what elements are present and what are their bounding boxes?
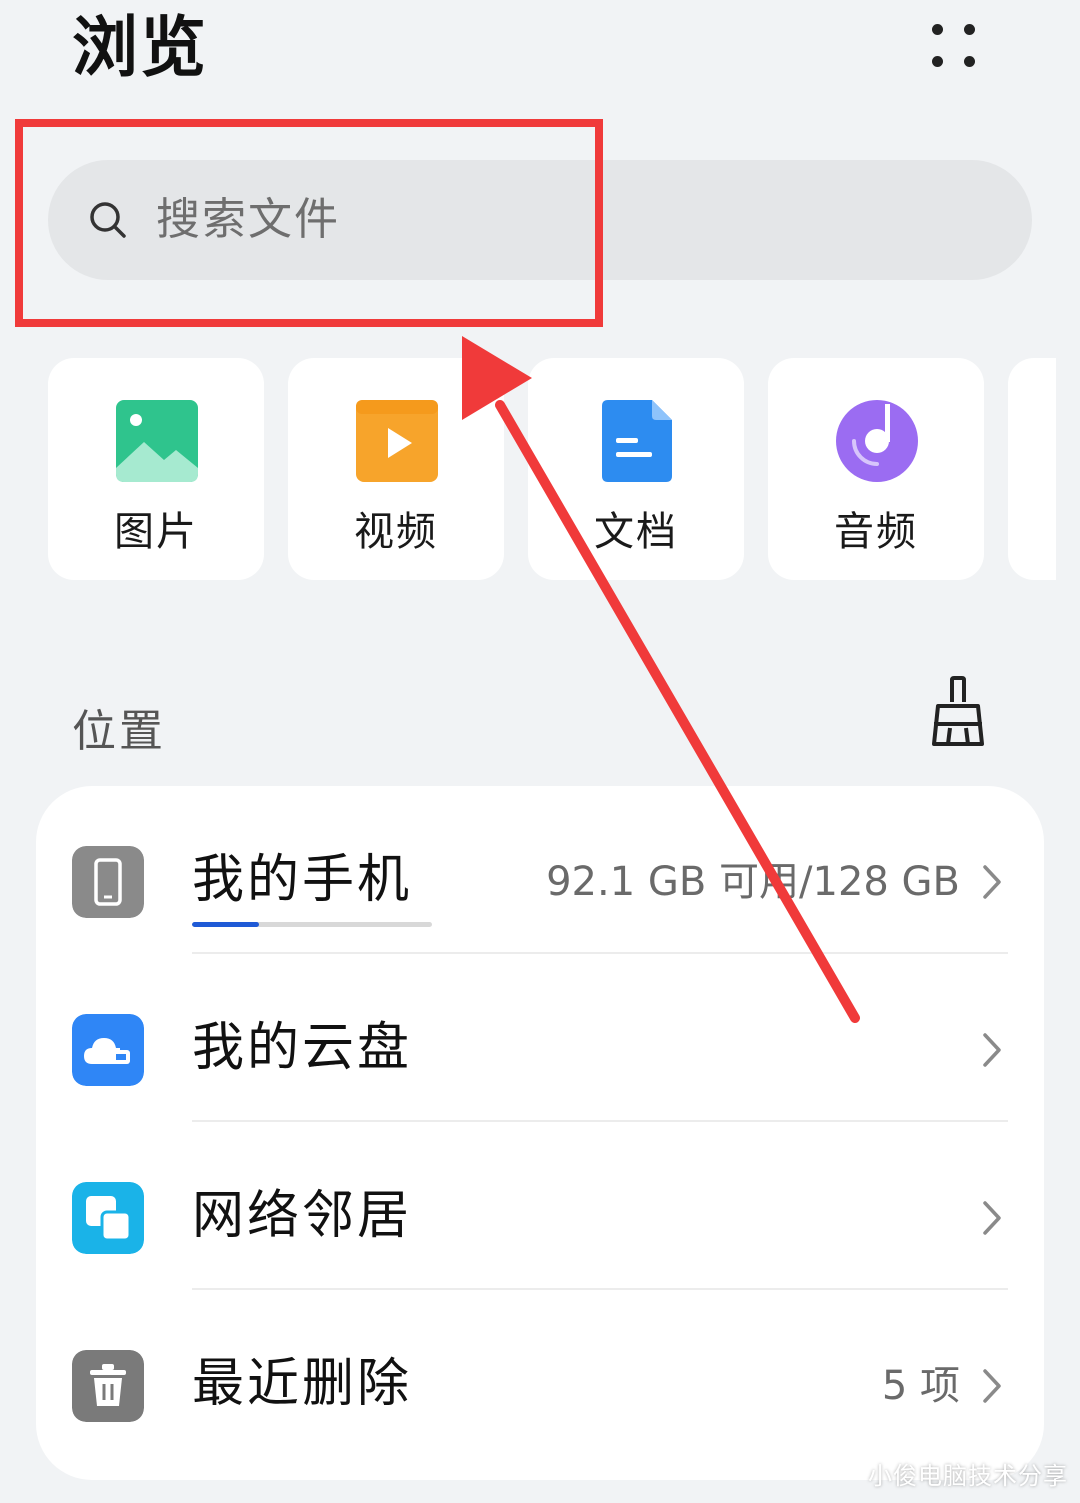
phone-icon — [72, 846, 144, 918]
location-network[interactable]: 网络邻居 — [36, 1122, 1044, 1290]
category-label: 图片 — [114, 509, 198, 555]
search-placeholder: 搜索文件 — [156, 194, 340, 245]
category-videos[interactable]: 视频 — [288, 358, 504, 580]
location-label: 我的云盘 — [192, 1018, 413, 1078]
page-title: 浏览 — [72, 9, 208, 86]
chevron-right-icon — [983, 1201, 1001, 1235]
search-icon — [90, 202, 126, 238]
audio-icon — [836, 400, 918, 482]
trash-icon — [72, 1350, 144, 1422]
location-label: 最近删除 — [192, 1354, 413, 1414]
image-icon — [116, 400, 198, 482]
cloud-icon — [72, 1014, 144, 1086]
document-icon — [602, 400, 672, 482]
search-bar[interactable]: 搜索文件 — [48, 160, 1032, 280]
clean-button[interactable] — [926, 676, 990, 748]
location-label: 我的手机 — [192, 850, 413, 910]
watermark: 小俊电脑技术分享 — [868, 1462, 1068, 1490]
section-title-locations: 位置 — [72, 706, 166, 757]
category-more[interactable] — [1008, 358, 1056, 580]
category-documents[interactable]: 文档 — [528, 358, 744, 580]
more-options-button[interactable] — [918, 16, 990, 80]
location-label: 网络邻居 — [192, 1186, 413, 1246]
storage-info: 92.1 GB 可用/128 GB — [546, 859, 960, 905]
category-label: 视频 — [354, 509, 438, 555]
storage-progress-fill — [192, 922, 260, 927]
category-images[interactable]: 图片 — [48, 358, 264, 580]
video-icon — [356, 400, 438, 482]
location-my-cloud[interactable]: 我的云盘 — [36, 954, 1044, 1122]
item-count: 5 项 — [881, 1363, 960, 1409]
chevron-right-icon — [983, 1369, 1001, 1403]
locations-card: 我的手机 92.1 GB 可用/128 GB 我的云盘 网络邻居 最近删除 5 … — [36, 786, 1044, 1480]
location-recently-deleted[interactable]: 最近删除 5 项 — [36, 1290, 1044, 1458]
category-row: 图片 视频 文档 音频 — [48, 358, 1056, 582]
broom-icon — [932, 676, 984, 746]
category-audio[interactable]: 音频 — [768, 358, 984, 580]
category-label: 音频 — [834, 509, 918, 555]
location-my-phone[interactable]: 我的手机 92.1 GB 可用/128 GB — [36, 786, 1044, 954]
category-label: 文档 — [594, 509, 678, 555]
network-icon — [72, 1182, 144, 1254]
chevron-right-icon — [983, 1033, 1001, 1067]
chevron-right-icon — [983, 865, 1001, 899]
storage-progress-bar — [192, 922, 432, 927]
